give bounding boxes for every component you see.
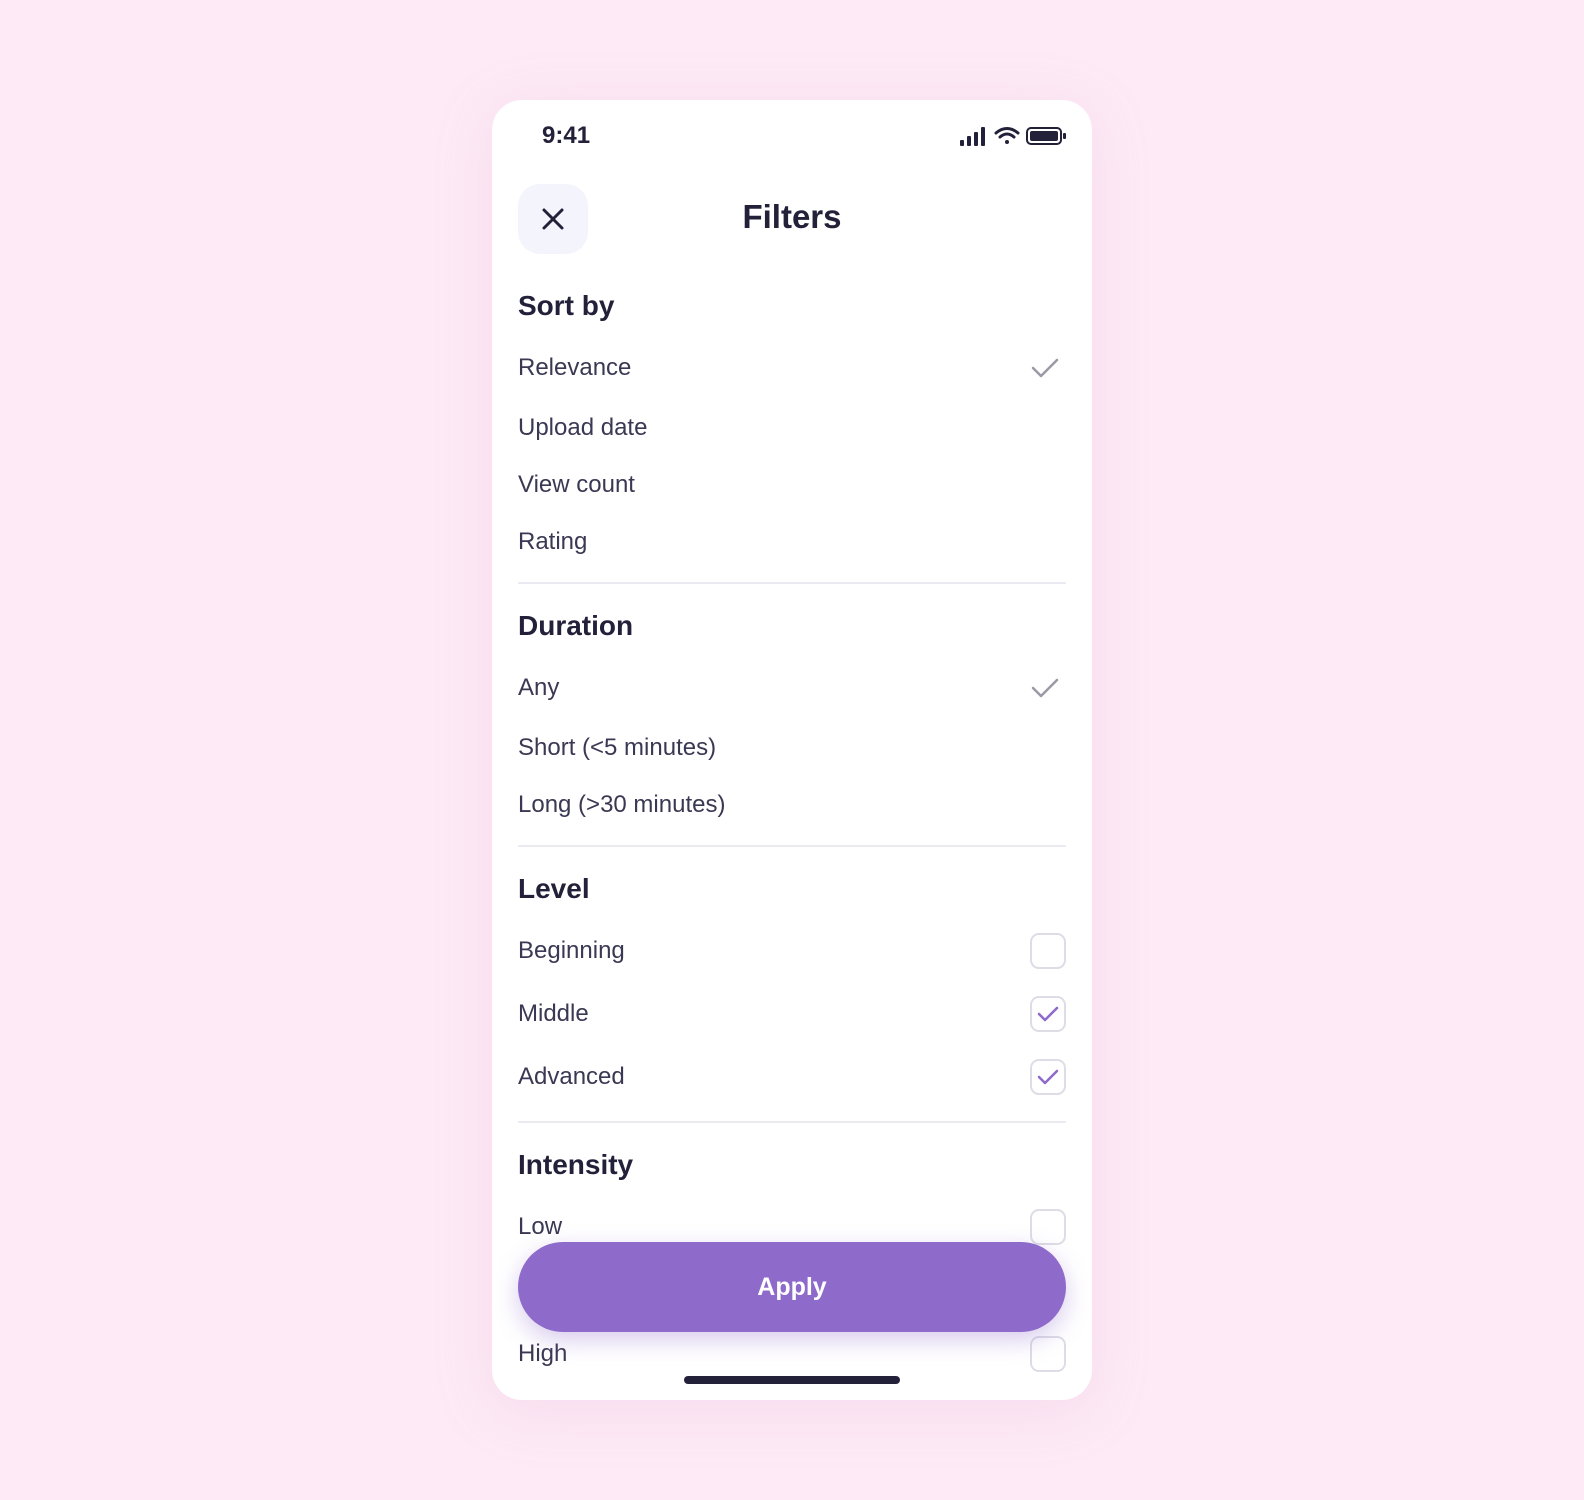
checkbox-checked[interactable] [1030,996,1066,1032]
sort-option-relevance[interactable]: Relevance [518,346,1066,390]
divider [518,1121,1066,1123]
wifi-icon [994,127,1020,144]
apply-button[interactable]: Apply [518,1242,1066,1332]
sort-option-upload-date[interactable]: Upload date [518,406,1066,450]
option-label: Advanced [518,1063,625,1090]
checkbox[interactable] [1030,933,1066,969]
section-title-intensity: Intensity [518,1149,634,1180]
option-label: Long (>30 minutes) [518,791,726,818]
home-indicator [684,1376,900,1384]
option-label: Rating [518,528,588,555]
section-title-level: Level [518,873,590,904]
page-title: Filters [742,198,842,235]
intensity-option-high[interactable]: High [518,1332,1066,1376]
check-icon [1037,1069,1059,1085]
option-label: Middle [518,1000,589,1027]
check-icon [1030,676,1060,700]
checkbox-checked[interactable] [1030,1059,1066,1095]
section-title-duration: Duration [518,610,634,641]
option-label: Upload date [518,414,648,441]
option-label: View count [518,471,635,498]
filters-screen: 9:41 Filters Sort by Relevance Upload da… [492,100,1092,1400]
checkbox[interactable] [1030,1336,1066,1372]
option-label: Low [518,1213,563,1240]
level-option-middle[interactable]: Middle [518,992,1066,1036]
duration-option-long[interactable]: Long (>30 minutes) [518,783,1066,827]
status-icons [960,127,1066,146]
option-label: Any [518,674,560,701]
signal-icon [960,127,985,146]
sort-option-view-count[interactable]: View count [518,463,1066,507]
level-option-beginning[interactable]: Beginning [518,929,1066,973]
duration-option-any[interactable]: Any [518,666,1066,710]
duration-option-short[interactable]: Short (<5 minutes) [518,726,1066,770]
status-time: 9:41 [542,122,591,149]
option-label: High [518,1340,568,1367]
battery-icon [1026,127,1066,145]
divider [518,582,1066,584]
check-icon [1037,1006,1059,1022]
section-title-sort-by: Sort by [518,290,615,321]
option-label: Relevance [518,354,632,381]
level-option-advanced[interactable]: Advanced [518,1055,1066,1099]
sort-option-rating[interactable]: Rating [518,520,1066,564]
option-label: Short (<5 minutes) [518,734,717,761]
option-label: Beginning [518,937,625,964]
divider [518,845,1066,847]
checkbox[interactable] [1030,1209,1066,1245]
check-icon [1030,356,1060,380]
